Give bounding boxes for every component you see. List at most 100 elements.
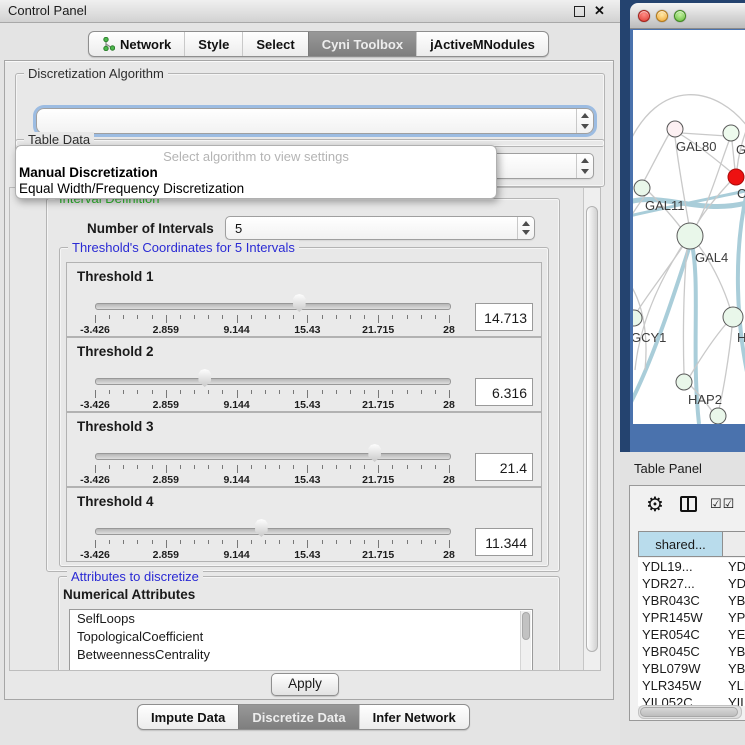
- attribute-item[interactable]: TopologicalCoefficient: [70, 628, 532, 646]
- table-row[interactable]: YBR043CYBR0: [638, 592, 745, 609]
- network-node[interactable]: [676, 374, 692, 390]
- slider-ticks: [95, 465, 449, 474]
- attributes-group-label: Attributes to discretize: [67, 569, 203, 584]
- select-columns-icon[interactable]: ☑☑: [710, 496, 735, 512]
- table-cell: YBR045C: [638, 643, 722, 660]
- threshold-2-value-field[interactable]: 6.316: [475, 378, 533, 406]
- bottom-tabbar: Impute Data Discretize Data Infer Networ…: [137, 704, 470, 730]
- column-header-shared-name[interactable]: shared...: [639, 532, 723, 556]
- network-icon: [102, 37, 115, 51]
- table-cell: YBR043C: [638, 592, 722, 609]
- thresholds-group-label: Threshold's Coordinates for 5 Intervals: [68, 240, 299, 255]
- close-icon[interactable]: ✕: [594, 3, 605, 19]
- number-of-intervals-combobox[interactable]: 5: [225, 216, 535, 240]
- network-node[interactable]: [710, 408, 726, 424]
- network-window-titlebar[interactable]: [630, 3, 745, 29]
- table-row[interactable]: YDL19...YDL1: [638, 558, 745, 575]
- table-row[interactable]: YDR27...YDR2: [638, 575, 745, 592]
- scrollbar-thumb[interactable]: [586, 206, 598, 652]
- tick-label: 2.859: [153, 549, 179, 561]
- tick-label: 9.144: [223, 399, 249, 411]
- float-window-icon[interactable]: [574, 6, 585, 17]
- top-tabbar: Network Style Select Cyni Toolbox jActiv…: [88, 31, 549, 57]
- network-node[interactable]: [723, 125, 739, 141]
- tick-label: 15.43: [294, 324, 320, 336]
- table-cell: YDL1: [722, 558, 745, 575]
- tick-label: 2.859: [153, 474, 179, 486]
- number-of-intervals-label: Number of Intervals: [87, 221, 214, 236]
- network-edge: [681, 133, 727, 136]
- table-cell: YER054C: [638, 626, 722, 643]
- table-row[interactable]: YPR145WYPR1: [638, 609, 745, 626]
- tab-jactivemnodules[interactable]: jActiveMNodules: [416, 32, 548, 56]
- dropdown-option-equal-width[interactable]: Equal Width/Frequency Discretization: [16, 181, 496, 197]
- network-node[interactable]: [633, 310, 642, 326]
- tick-label: 2.859: [153, 324, 179, 336]
- attributes-list-scrollbar[interactable]: [520, 611, 531, 670]
- tab-network[interactable]: Network: [89, 32, 184, 56]
- network-canvas[interactable]: GAL80GCGAL11GAL4GCY1HHAP2: [633, 30, 745, 424]
- network-view: GAL80GCGAL11GAL4GCY1HHAP2: [633, 30, 745, 424]
- network-node-label: H: [737, 330, 745, 345]
- tick-label: 15.43: [294, 474, 320, 486]
- table-horizontal-scrollbar[interactable]: [638, 705, 742, 719]
- column-header-name[interactable]: na: [723, 532, 745, 556]
- threshold-1-slider-track[interactable]: [95, 303, 451, 310]
- minimize-traffic-light[interactable]: [656, 10, 668, 22]
- tab-discretize-data[interactable]: Discretize Data: [238, 705, 358, 729]
- table-cell: YDR27...: [638, 575, 722, 592]
- table-row[interactable]: YER054CYER0: [638, 626, 745, 643]
- slider-ticks: [95, 390, 449, 399]
- settings-vertical-scrollbar[interactable]: [583, 188, 600, 670]
- threshold-2-slider-track[interactable]: [95, 378, 451, 385]
- slider-tick-labels: -3.4262.8599.14415.4321.71528: [95, 324, 449, 335]
- table-row[interactable]: YBR045CYBR0: [638, 643, 745, 660]
- tab-select[interactable]: Select: [242, 32, 307, 56]
- table-row[interactable]: YBL079WYBL0: [638, 660, 745, 677]
- tab-impute-data[interactable]: Impute Data: [138, 705, 238, 729]
- columns-icon[interactable]: [680, 496, 697, 512]
- network-node[interactable]: [677, 223, 703, 249]
- table-panel-section: Table Panel ⚙ ☑☑ shared... na YDL19...YD…: [620, 452, 745, 745]
- apply-button[interactable]: Apply: [271, 673, 339, 696]
- algorithm-combobox[interactable]: [36, 108, 594, 134]
- zoom-traffic-light[interactable]: [674, 10, 686, 22]
- network-node[interactable]: [723, 307, 743, 327]
- network-node[interactable]: [634, 180, 650, 196]
- tab-infer-network[interactable]: Infer Network: [359, 705, 469, 729]
- table-cell: YBR0: [722, 592, 745, 609]
- threshold-3-panel: Threshold 3 -3.4262.8599.14415.4321.7152…: [66, 412, 542, 487]
- network-node[interactable]: [667, 121, 683, 137]
- tick-label: 28: [443, 474, 455, 486]
- threshold-4-panel: Threshold 4 -3.4262.8599.14415.4321.7152…: [66, 487, 542, 562]
- numerical-attributes-list[interactable]: SelfLoopsTopologicalCoefficientBetweenne…: [69, 609, 533, 670]
- threshold-3-value-field[interactable]: 21.4: [475, 453, 533, 481]
- threshold-1-value-field[interactable]: 14.713: [475, 303, 533, 331]
- threshold-4-slider-track[interactable]: [95, 528, 451, 535]
- tick-label: -3.426: [80, 474, 110, 486]
- slider-ticks: [95, 315, 449, 324]
- threshold-4-value-field[interactable]: 11.344: [475, 528, 533, 556]
- tick-label: 28: [443, 399, 455, 411]
- table-cell: YDR2: [722, 575, 745, 592]
- attribute-item[interactable]: SelfLoops: [70, 610, 532, 628]
- network-node[interactable]: [728, 169, 744, 185]
- tab-cyni-toolbox[interactable]: Cyni Toolbox: [308, 32, 416, 56]
- dropdown-option-manual[interactable]: Manual Discretization: [16, 165, 496, 181]
- control-panel-titlebar: Control Panel ✕: [0, 0, 620, 23]
- close-traffic-light[interactable]: [638, 10, 650, 22]
- attribute-item[interactable]: BetweennessCentrality: [70, 646, 532, 664]
- threshold-3-slider-track[interactable]: [95, 453, 451, 460]
- tick-label: 9.144: [223, 324, 249, 336]
- table-cell: YDL19...: [638, 558, 722, 575]
- tick-label: 28: [443, 324, 455, 336]
- network-edge: [738, 180, 745, 386]
- tick-label: 9.144: [223, 474, 249, 486]
- slider-tick-labels: -3.4262.8599.14415.4321.71528: [95, 399, 449, 410]
- tab-style[interactable]: Style: [184, 32, 242, 56]
- gear-icon[interactable]: ⚙: [646, 492, 664, 517]
- table-row[interactable]: YLR345WYLR3: [638, 677, 745, 694]
- node-table: shared... na YDL19...YDL1YDR27...YDR2YBR…: [638, 531, 745, 720]
- scrollbar-thumb[interactable]: [640, 707, 738, 717]
- table-panel-title: Table Panel: [634, 461, 702, 476]
